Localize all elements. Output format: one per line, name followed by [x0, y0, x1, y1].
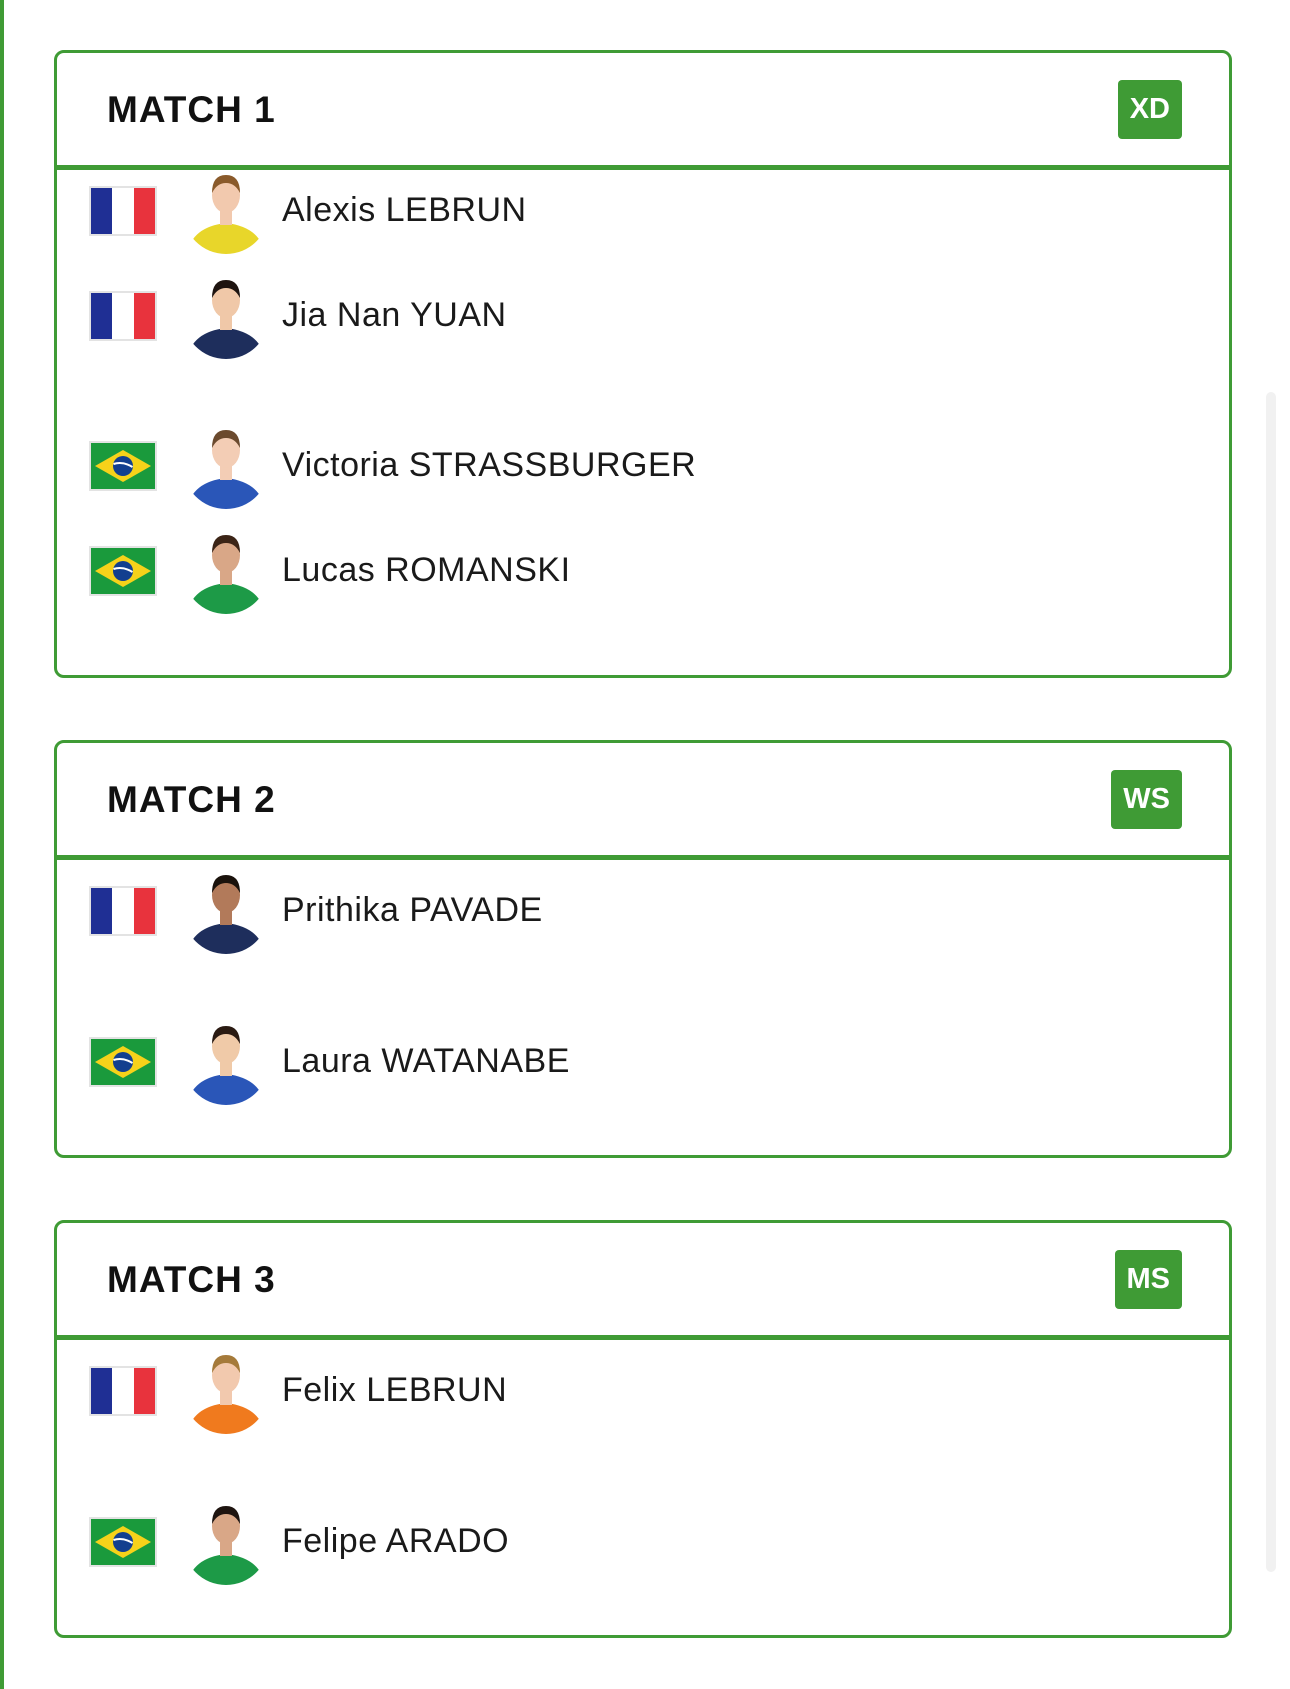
player-avatar [187, 1355, 265, 1434]
france-flag-icon [89, 186, 157, 236]
player-avatar [187, 280, 265, 359]
player-avatar [187, 875, 265, 954]
player-avatar [187, 535, 265, 614]
match-title: MATCH 1 [107, 89, 276, 130]
event-type-badge: WS [1111, 770, 1182, 829]
player-name[interactable]: Prithika PAVADE [282, 891, 543, 930]
brazil-flag-icon [89, 546, 157, 596]
match-header: MATCH 2 WS [57, 743, 1229, 860]
player-row[interactable]: Alexis LEBRUN [57, 165, 1229, 255]
scrollbar-track[interactable] [1266, 392, 1276, 1572]
match-header: MATCH 1 XD [57, 53, 1229, 170]
player-name[interactable]: Victoria STRASSBURGER [282, 446, 696, 485]
player-avatar [187, 1026, 265, 1105]
match-card: MATCH 1 XD Alexis LEBRUN Jia Nan YUAN Victor… [54, 50, 1232, 678]
left-accent-border [0, 0, 4, 1689]
event-type-badge: XD [1117, 80, 1182, 139]
player-name[interactable]: Felipe ARADO [282, 1522, 509, 1561]
player-name[interactable]: Jia Nan YUAN [282, 296, 507, 335]
match-header: MATCH 3 MS [57, 1223, 1229, 1340]
brazil-flag-icon [89, 1037, 157, 1087]
player-row[interactable]: Felipe ARADO [57, 1496, 1229, 1586]
brazil-flag-icon [89, 441, 157, 491]
player-row[interactable]: Prithika PAVADE [57, 865, 1229, 955]
match-card: MATCH 2 WS Prithika PAVADE Laura WATANABE [54, 740, 1232, 1158]
brazil-flag-icon [89, 1517, 157, 1567]
player-avatar [187, 175, 265, 254]
player-name[interactable]: Felix LEBRUN [282, 1371, 507, 1410]
player-row[interactable]: Laura WATANABE [57, 1016, 1229, 1106]
player-name[interactable]: Alexis LEBRUN [282, 191, 527, 230]
match-title: MATCH 3 [107, 1259, 276, 1300]
player-avatar [187, 1506, 265, 1585]
player-name[interactable]: Lucas ROMANSKI [282, 551, 571, 590]
player-name[interactable]: Laura WATANABE [282, 1042, 570, 1081]
match-card: MATCH 3 MS Felix LEBRUN Felipe ARADO [54, 1220, 1232, 1638]
player-row[interactable]: Jia Nan YUAN [57, 270, 1229, 360]
player-row[interactable]: Felix LEBRUN [57, 1345, 1229, 1435]
event-type-badge: MS [1114, 1250, 1182, 1309]
match-title: MATCH 2 [107, 779, 276, 820]
player-avatar [187, 430, 265, 509]
france-flag-icon [89, 291, 157, 341]
france-flag-icon [89, 886, 157, 936]
france-flag-icon [89, 1366, 157, 1416]
player-row[interactable]: Lucas ROMANSKI [57, 525, 1229, 615]
player-row[interactable]: Victoria STRASSBURGER [57, 420, 1229, 510]
